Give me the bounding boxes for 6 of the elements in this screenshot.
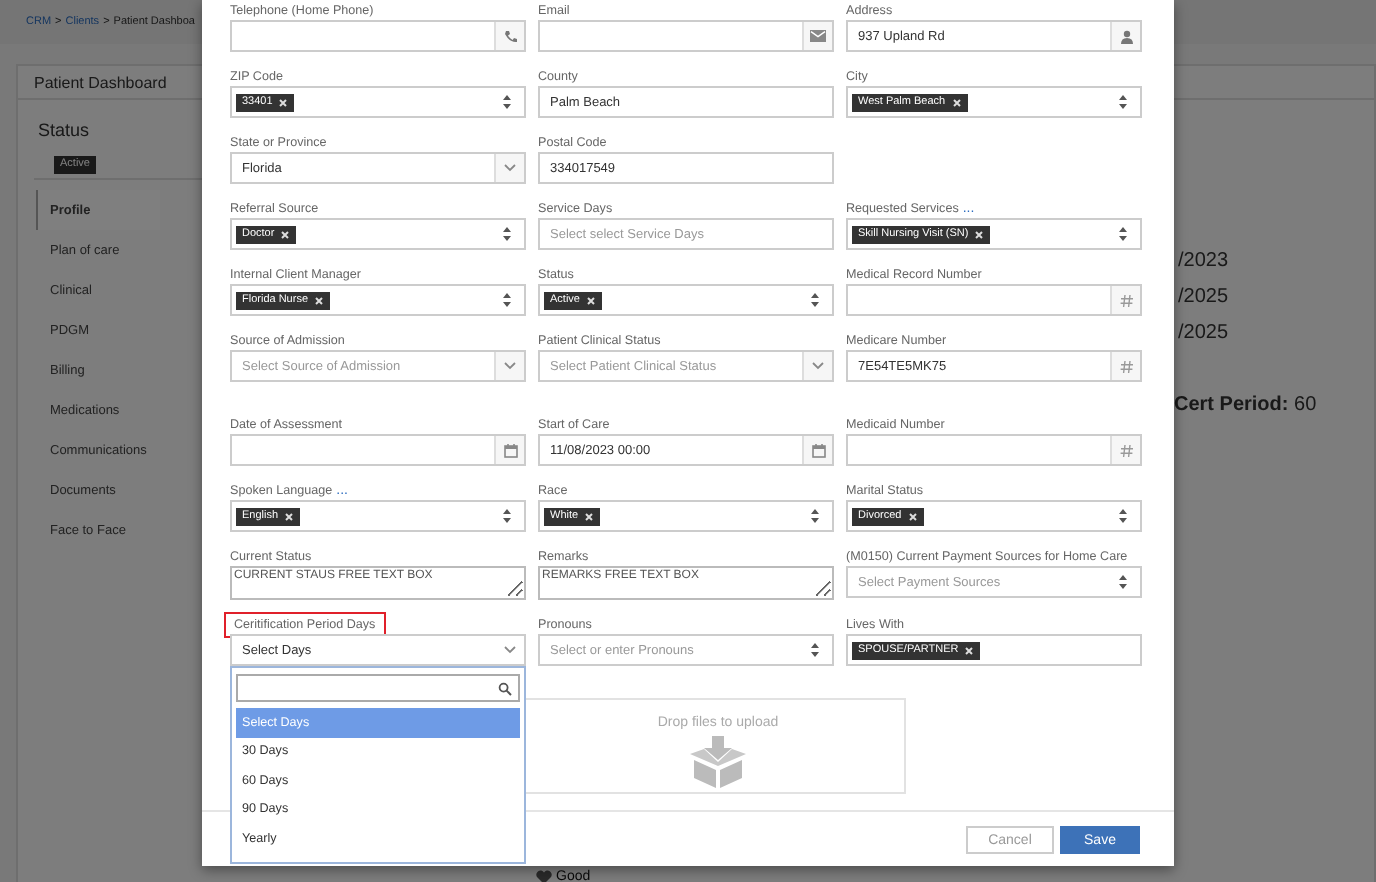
status-label: Status: [38, 120, 90, 140]
cert-period-text: Cert Period: 60: [1174, 394, 1317, 416]
date-text: /2025: [1176, 322, 1229, 348]
date-text: /2023: [1176, 250, 1229, 276]
panel-title: Patient Dashboard: [34, 73, 167, 91]
date-text: /2025: [1176, 286, 1229, 312]
